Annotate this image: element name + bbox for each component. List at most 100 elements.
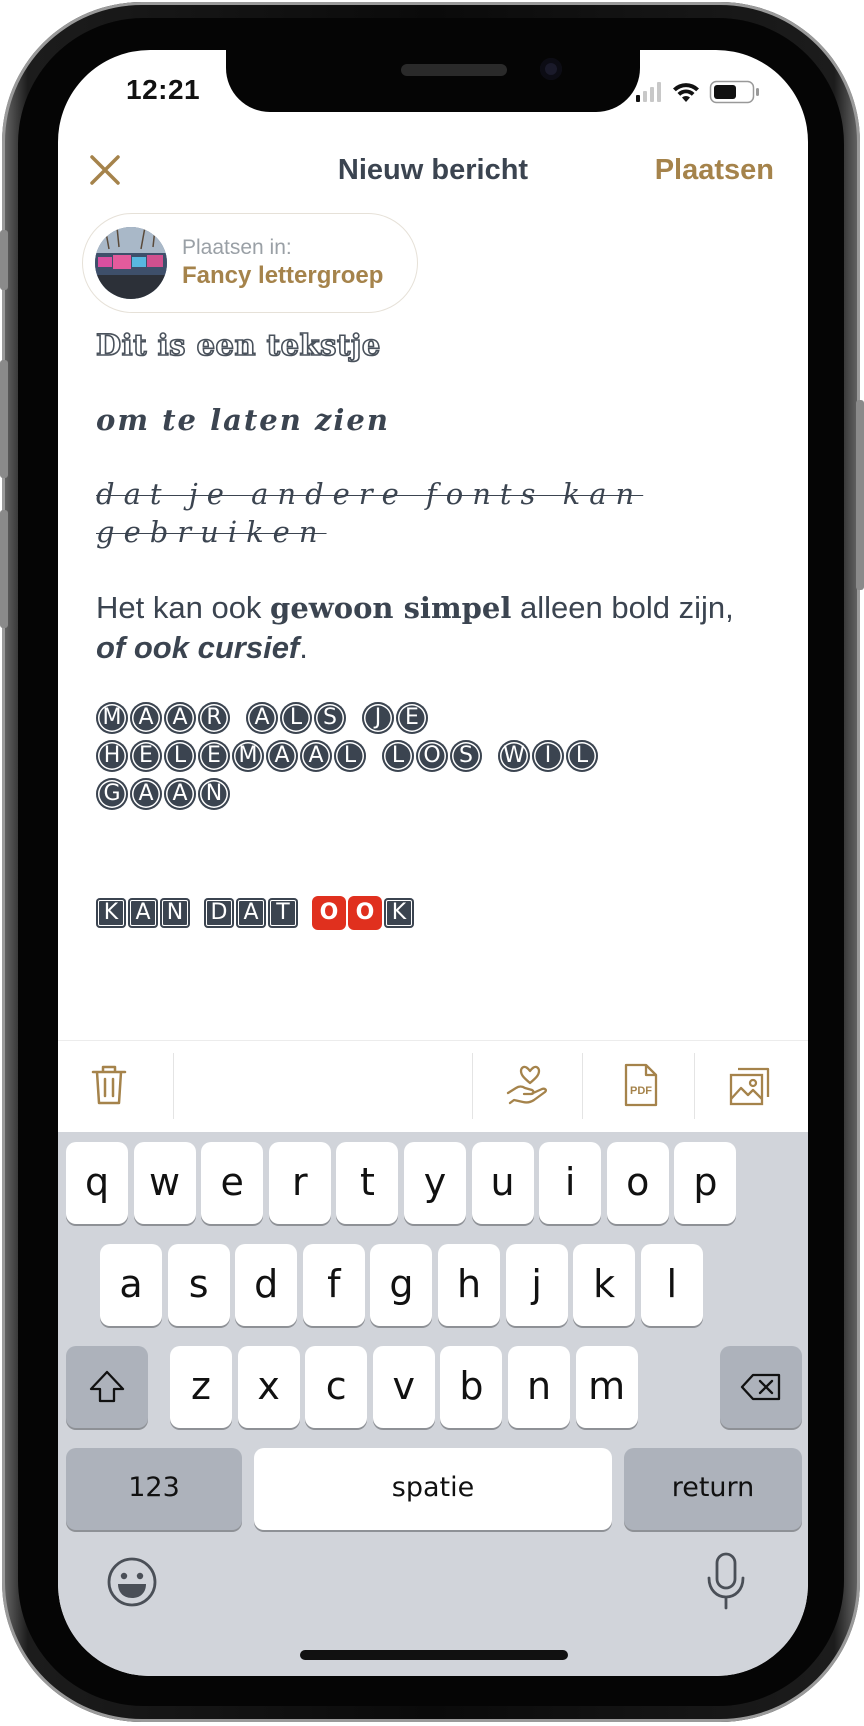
key-w[interactable]: w [133,1142,196,1224]
key-z[interactable]: z [170,1346,232,1428]
circled-letter: L [164,740,196,772]
circled-word: WIL [498,740,598,772]
notch [226,50,640,112]
key-y[interactable]: y [404,1142,466,1224]
backspace-key[interactable] [720,1346,802,1428]
circled-letter: H [96,740,128,772]
trash-icon-svg [91,1065,127,1105]
key-c[interactable]: c [305,1346,368,1428]
keyboard: 123 spatie return qwertyuiop asdfghjkl zxc… [58,1132,808,1676]
text-squared[interactable]: KANDATOOK [96,896,416,930]
squared-letter: A [128,898,158,928]
key-n[interactable]: n [508,1346,570,1428]
circled-letter: L [566,740,598,772]
key-j[interactable]: j [505,1244,568,1326]
circled-letter: A [130,702,162,734]
circled-word: MAAR [96,702,230,734]
circled-letter: N [198,778,230,810]
text-line-outline[interactable]: Dit is een tekstje [95,327,381,363]
squared-letter: T [268,898,298,928]
emoji-button[interactable] [104,1554,160,1610]
key-i[interactable]: i [539,1142,602,1224]
toolbar-divider [694,1053,695,1119]
signal-icon [636,82,661,102]
dictation-button[interactable] [704,1550,748,1614]
text-plain-after: alleen bold zijn, [511,590,734,625]
return-key[interactable]: return [624,1448,802,1530]
group-avatar-image [95,227,167,299]
numbers-key[interactable]: 123 [66,1448,242,1530]
key-e[interactable]: e [201,1142,264,1224]
circled-word: JE [362,702,428,734]
attachment-toolbar: PDF [58,1040,808,1133]
images-icon-svg [729,1067,770,1106]
key-m[interactable]: m [575,1346,638,1428]
text-italic: of ook cursief [96,630,300,665]
key-k[interactable]: k [573,1244,636,1326]
circled-letter: S [314,702,346,734]
pdf-icon[interactable]: PDF [616,1061,664,1109]
squared-letter: D [204,898,234,928]
post-in-label: Plaatsen in: [182,236,292,259]
circled-letter: A [300,740,332,772]
power-button [856,400,864,590]
circled-letter: S [450,740,482,772]
microphone-icon [707,1552,745,1610]
battery-icon [709,80,759,104]
svg-text:PDF: PDF [630,1085,652,1097]
shift-key[interactable] [66,1346,148,1428]
speaker [401,64,507,76]
circled-letter: L [280,702,312,734]
circled-letter: A [266,740,298,772]
home-indicator [300,1650,568,1660]
shift-icon [89,1370,125,1403]
emoji-icon [107,1557,157,1607]
post-button[interactable]: Plaatsen [655,154,774,187]
key-d[interactable]: d [235,1244,298,1326]
key-a[interactable]: a [100,1244,162,1326]
text-line-italic[interactable]: om te laten zien [96,403,390,437]
key-q[interactable]: q [66,1142,128,1224]
key-r[interactable]: r [268,1142,331,1224]
key-p[interactable]: p [674,1142,737,1224]
circled-letter: J [362,702,394,734]
squared-letter: K [384,898,414,928]
text-line-script[interactable]: dat je andere fonts kan gebruiken [96,475,716,551]
circled-word: GAAN [96,778,230,810]
key-g[interactable]: g [370,1244,433,1326]
side-button [0,230,8,290]
circled-letter: A [246,702,278,734]
circled-letter: M [96,702,128,734]
key-b[interactable]: b [440,1346,503,1428]
key-u[interactable]: u [471,1142,534,1224]
circled-letter: E [130,740,162,772]
images-icon[interactable] [726,1061,774,1109]
text-circled[interactable]: MAARALSJEHELEMAALLOSWILGAAN [96,702,716,810]
key-o[interactable]: o [606,1142,669,1224]
status-time: 12:21 [126,74,201,105]
group-avatar [95,227,167,299]
circled-letter: A [164,702,196,734]
text-period: . [299,630,308,665]
circled-letter: L [382,740,414,772]
key-l[interactable]: l [640,1244,703,1326]
squared-letter: N [160,898,190,928]
key-t[interactable]: t [336,1142,399,1224]
toolbar-divider [472,1053,473,1119]
space-key[interactable]: spatie [254,1448,612,1530]
circled-letter: G [96,778,128,810]
key-h[interactable]: h [438,1244,500,1326]
circled-letter: A [130,778,162,810]
circled-letter: W [498,740,530,772]
backspace-icon [740,1373,781,1401]
circled-letter: E [198,740,230,772]
key-f[interactable]: f [302,1244,365,1326]
squared-letter: K [96,898,126,928]
group-selector[interactable]: Plaatsen in: Fancy lettergroep [82,213,418,313]
key-x[interactable]: x [237,1346,300,1428]
text-paragraph[interactable]: Het kan ook gewoon simpel alleen bold zi… [96,588,736,668]
donate-hand-icon[interactable] [504,1061,552,1109]
trash-icon[interactable] [85,1061,133,1109]
key-s[interactable]: s [167,1244,230,1326]
key-v[interactable]: v [372,1346,435,1428]
